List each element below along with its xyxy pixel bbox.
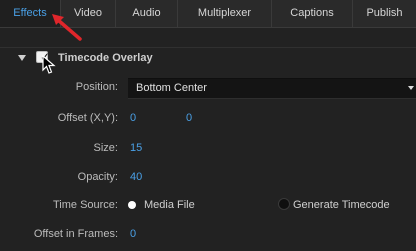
tab-audio[interactable]: Audio <box>116 0 178 27</box>
disclosure-triangle-icon[interactable] <box>18 55 26 61</box>
position-label: Position: <box>75 81 118 93</box>
size-label: Size: <box>93 142 118 154</box>
section-title: Timecode Overlay <box>58 52 153 64</box>
offset-xy-label: Offset (X,Y): <box>57 112 118 124</box>
media-file-radio[interactable] <box>128 201 136 209</box>
opacity-field[interactable]: 40 <box>130 171 142 183</box>
opacity-label: Opacity: <box>77 171 118 183</box>
offset-y-field[interactable]: 0 <box>186 112 192 124</box>
offset-frames-label: Offset in Frames: <box>33 228 118 240</box>
annotation-arrow-icon <box>52 14 82 41</box>
generate-timecode-label[interactable]: Generate Timecode <box>293 199 390 211</box>
tab-captions[interactable]: Captions <box>272 0 353 27</box>
chevron-down-icon <box>408 86 414 90</box>
media-file-label[interactable]: Media File <box>144 199 195 211</box>
time-source-label: Time Source: <box>52 199 118 211</box>
tab-multiplexer[interactable]: Multiplexer <box>178 0 272 27</box>
tab-publish[interactable]: Publish <box>353 0 416 27</box>
mouse-cursor-icon <box>42 55 56 74</box>
section-divider <box>0 47 416 48</box>
size-field[interactable]: 15 <box>130 142 142 154</box>
offset-frames-field[interactable]: 0 <box>130 228 136 240</box>
offset-x-field[interactable]: 0 <box>130 112 136 124</box>
position-value: Bottom Center <box>136 82 207 94</box>
generate-timecode-radio[interactable] <box>278 198 290 210</box>
position-select[interactable]: Bottom Center <box>128 78 416 99</box>
